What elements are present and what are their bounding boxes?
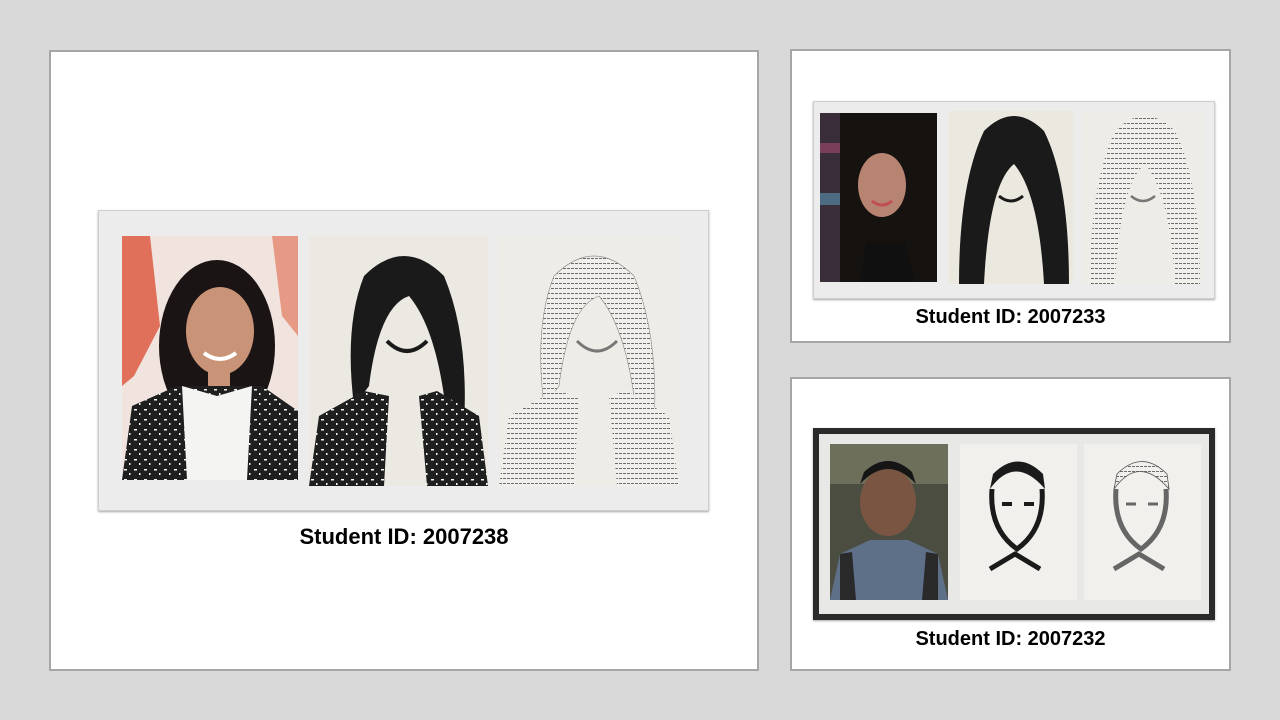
stencil-portrait [949,111,1073,284]
color-photo [830,444,948,600]
text-art-portrait [499,236,679,486]
artwork-frame [813,428,1215,620]
student-id-caption: Student ID: 2007233 [915,306,1106,328]
color-photo [820,113,937,282]
color-photo [122,236,298,480]
student-id-caption: Student ID: 2007232 [915,628,1106,650]
student-id-caption: Student ID: 2007238 [299,524,509,549]
artwork-frame [98,210,709,511]
student-card-2007232: Student ID: 2007232 [790,377,1231,671]
stencil-portrait [960,444,1077,600]
stencil-portrait [309,236,488,486]
student-card-2007233: Student ID: 2007233 [790,49,1231,343]
artwork-frame [813,101,1215,299]
student-card-2007238: Student ID: 2007238 [49,50,759,671]
text-art-portrait [1084,444,1201,600]
text-art-portrait [1083,111,1203,284]
